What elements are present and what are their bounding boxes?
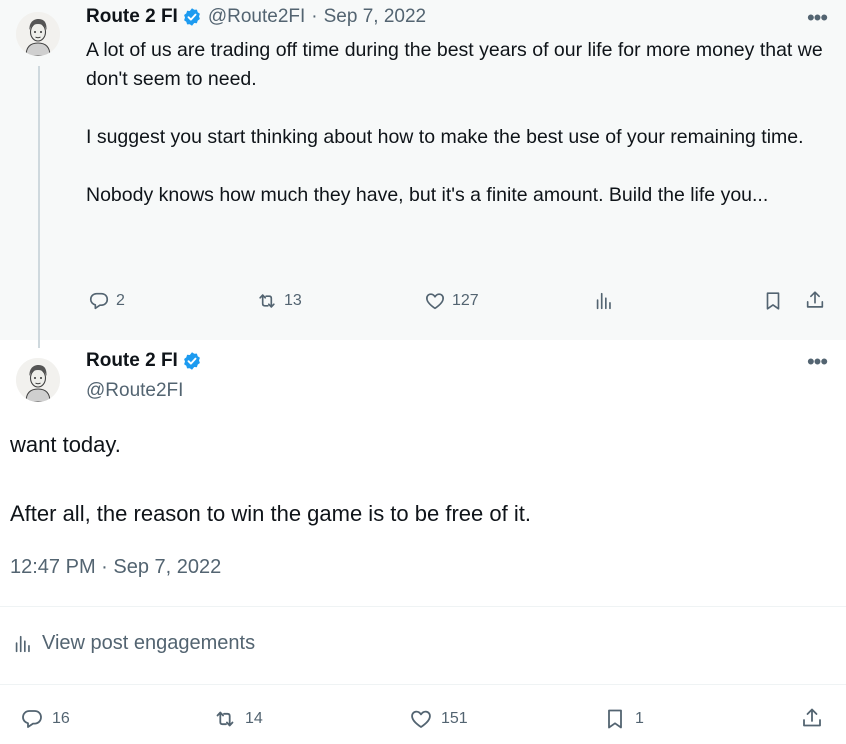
- more-icon[interactable]: •••: [804, 7, 830, 29]
- share-button[interactable]: [804, 289, 826, 311]
- tweet-text: want today. After all, the reason to win…: [10, 428, 830, 531]
- author-handle[interactable]: @Route2FI: [208, 6, 305, 28]
- views-icon: [15, 635, 30, 652]
- retweet-button[interactable]: 13: [256, 290, 302, 312]
- separator: ·: [311, 6, 318, 27]
- avatar[interactable]: [16, 12, 60, 56]
- reply-count: 16: [52, 710, 70, 727]
- main-author-name-row[interactable]: Route 2 FI: [86, 350, 202, 372]
- bookmark-count: 1: [635, 710, 644, 727]
- tweet-paragraph: A lot of us are trading off time during …: [86, 39, 823, 90]
- engagements-label: View post engagements: [42, 632, 256, 654]
- more-icon[interactable]: •••: [804, 351, 830, 373]
- tweet-date[interactable]: Sep 7, 2022: [324, 6, 426, 28]
- share-icon: [806, 291, 824, 308]
- tweet-text: A lot of us are trading off time during …: [86, 36, 826, 210]
- views-button[interactable]: [593, 290, 615, 312]
- tweet-header: Route 2 FI @Route2FI · Sep 7, 2022: [86, 6, 426, 28]
- bookmark-icon: [608, 709, 622, 729]
- bookmark-icon: [766, 292, 780, 310]
- like-icon: [426, 293, 444, 310]
- reply-button[interactable]: 2: [88, 290, 125, 312]
- views-icon: [596, 292, 611, 310]
- tweet-timestamp[interactable]: 12:47 PM · Sep 7, 2022: [10, 556, 221, 579]
- reply-icon: [89, 292, 109, 310]
- bookmark-button[interactable]: 1: [603, 707, 644, 731]
- like-count: 127: [452, 292, 479, 309]
- tweet-paragraph[interactable]: Nobody knows how much they have, but it'…: [86, 181, 826, 210]
- tweet-paragraph: want today.: [10, 432, 121, 457]
- like-button[interactable]: 127: [424, 290, 479, 312]
- avatar[interactable]: [16, 358, 60, 402]
- divider: [0, 606, 846, 607]
- reply-icon: [22, 710, 42, 728]
- author-name[interactable]: Route 2 FI: [86, 350, 178, 372]
- like-count: 151: [441, 710, 468, 727]
- view-engagements-link[interactable]: View post engagements: [12, 632, 255, 655]
- like-icon: [411, 710, 431, 728]
- verified-badge-icon[interactable]: [182, 351, 202, 371]
- share-icon: [803, 708, 821, 727]
- retweet-count: 14: [245, 710, 263, 727]
- verified-badge-icon[interactable]: [182, 7, 202, 27]
- retweet-count: 13: [284, 292, 302, 309]
- share-button[interactable]: [800, 706, 824, 730]
- like-button[interactable]: 151: [409, 707, 468, 731]
- bookmark-button[interactable]: [762, 290, 784, 312]
- tweet-paragraph: I suggest you start thinking about how t…: [86, 126, 804, 148]
- retweet-icon: [259, 294, 275, 308]
- divider: [0, 684, 846, 685]
- retweet-icon: [216, 711, 234, 727]
- retweet-button[interactable]: 14: [213, 707, 263, 731]
- thread-line: [38, 66, 40, 348]
- author-name[interactable]: Route 2 FI: [86, 6, 178, 28]
- reply-button[interactable]: 16: [20, 707, 70, 731]
- author-handle[interactable]: @Route2FI: [86, 380, 183, 402]
- parent-tweet[interactable]: Route 2 FI @Route2FI · Sep 7, 2022 ••• A…: [0, 0, 846, 348]
- tweet-paragraph: After all, the reason to win the game is…: [10, 501, 531, 526]
- reply-count: 2: [116, 292, 125, 309]
